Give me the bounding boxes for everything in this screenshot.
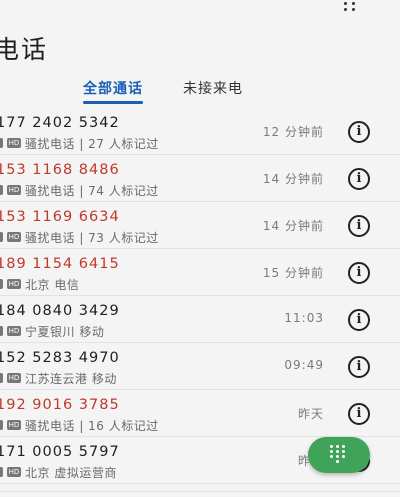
caller-detail: 骚扰电话 | 74 人标记过 (25, 183, 159, 198)
hd-badge: HD (7, 420, 21, 430)
tab-missed-calls-label: 未接来电 (183, 81, 243, 97)
dialpad-icon (330, 445, 348, 465)
call-log-row[interactable]: 189 1154 6415 2 HD 北京 电信 15 分钟前 i (0, 249, 400, 296)
call-detail-line: 2 HD 宁夏银川 移动 (0, 324, 105, 339)
tab-all-calls-label: 全部通话 (83, 81, 143, 97)
caller-detail: 骚扰电话 | 73 人标记过 (25, 230, 159, 245)
call-time: 14 分钟前 (262, 219, 324, 233)
info-circle-icon[interactable]: i (348, 262, 370, 284)
call-log-row[interactable]: 152 5283 4970 2 HD 江苏连云港 移动 09:49 i (0, 343, 400, 390)
phone-number: 192 9016 3785 (0, 397, 120, 413)
call-detail-line: 2 HD 北京 电信 (0, 277, 80, 292)
phone-number: 153 1169 6634 (0, 209, 120, 225)
sim-badge: 2 (0, 326, 3, 336)
call-time: 14 分钟前 (262, 172, 324, 186)
hd-badge: HD (7, 185, 21, 195)
dialpad-button[interactable] (308, 437, 370, 473)
call-time: 15 分钟前 (262, 266, 324, 280)
phone-number: 177 2402 5342 (0, 115, 120, 131)
sim-badge: 2 (0, 373, 3, 383)
sim-badge: 2 (0, 138, 3, 148)
hd-badge: HD (7, 138, 21, 148)
more-vert-icon[interactable] (342, 0, 362, 14)
hd-badge: HD (7, 467, 21, 477)
call-time: 11:03 (284, 311, 324, 325)
caller-detail: 江苏连云港 移动 (25, 371, 117, 386)
page-title: 电话 (0, 35, 49, 64)
call-log-list: 177 2402 5342 2 HD 骚扰电话 | 27 人标记过 12 分钟前… (0, 108, 400, 484)
tab-all-calls[interactable]: 全部通话 (83, 78, 143, 104)
hd-badge: HD (7, 326, 21, 336)
call-detail-line: 2 HD 骚扰电话 | 27 人标记过 (0, 136, 159, 151)
sim-badge: 2 (0, 467, 3, 477)
info-circle-icon[interactable]: i (348, 403, 370, 425)
phone-number: 184 0840 3429 (0, 303, 120, 319)
sim-badge: 2 (0, 232, 3, 242)
tab-missed-calls[interactable]: 未接来电 (183, 78, 243, 98)
call-detail-line: 2 HD 江苏连云港 移动 (0, 371, 117, 386)
caller-detail: 骚扰电话 | 27 人标记过 (25, 136, 159, 151)
call-log-row[interactable]: 177 2402 5342 2 HD 骚扰电话 | 27 人标记过 12 分钟前… (0, 108, 400, 155)
info-circle-icon[interactable]: i (348, 215, 370, 237)
caller-detail: 北京 虚拟运营商 (25, 465, 117, 480)
call-time: 12 分钟前 (262, 125, 324, 139)
tab-active-indicator (83, 101, 143, 104)
call-time: 09:49 (284, 358, 324, 372)
call-log-row[interactable]: 153 1168 8486 2 HD 骚扰电话 | 74 人标记过 14 分钟前… (0, 155, 400, 202)
sim-badge: 2 (0, 279, 3, 289)
call-detail-line: 2 HD 骚扰电话 | 74 人标记过 (0, 183, 159, 198)
hd-badge: HD (7, 232, 21, 242)
info-circle-icon[interactable]: i (348, 121, 370, 143)
call-detail-line: 2 HD 骚扰电话 | 16 人标记过 (0, 418, 159, 433)
hd-badge: HD (7, 373, 21, 383)
caller-detail: 宁夏银川 移动 (25, 324, 105, 339)
caller-detail: 骚扰电话 | 16 人标记过 (25, 418, 159, 433)
info-circle-icon[interactable]: i (348, 168, 370, 190)
call-detail-line: 2 HD 北京 虚拟运营商 (0, 465, 117, 480)
info-circle-icon[interactable]: i (348, 309, 370, 331)
call-log-row[interactable]: 153 1169 6634 2 HD 骚扰电话 | 73 人标记过 14 分钟前… (0, 202, 400, 249)
info-circle-icon[interactable]: i (348, 356, 370, 378)
sim-badge: 2 (0, 420, 3, 430)
tab-bar: 全部通话 未接来电 (0, 78, 400, 104)
phone-number: 153 1168 8486 (0, 162, 120, 178)
phone-number: 189 1154 6415 (0, 256, 120, 272)
hd-badge: HD (7, 279, 21, 289)
phone-number: 152 5283 4970 (0, 350, 120, 366)
call-time: 昨天 (297, 407, 324, 421)
caller-detail: 北京 电信 (25, 277, 80, 292)
phone-number: 171 0005 5797 (0, 444, 120, 460)
top-bar (0, 0, 400, 20)
call-log-row[interactable]: 184 0840 3429 2 HD 宁夏银川 移动 11:03 i (0, 296, 400, 343)
sim-badge: 2 (0, 185, 3, 195)
bottom-divider (0, 491, 400, 492)
call-detail-line: 2 HD 骚扰电话 | 73 人标记过 (0, 230, 159, 245)
call-log-row[interactable]: 192 9016 3785 2 HD 骚扰电话 | 16 人标记过 昨天 i (0, 390, 400, 437)
